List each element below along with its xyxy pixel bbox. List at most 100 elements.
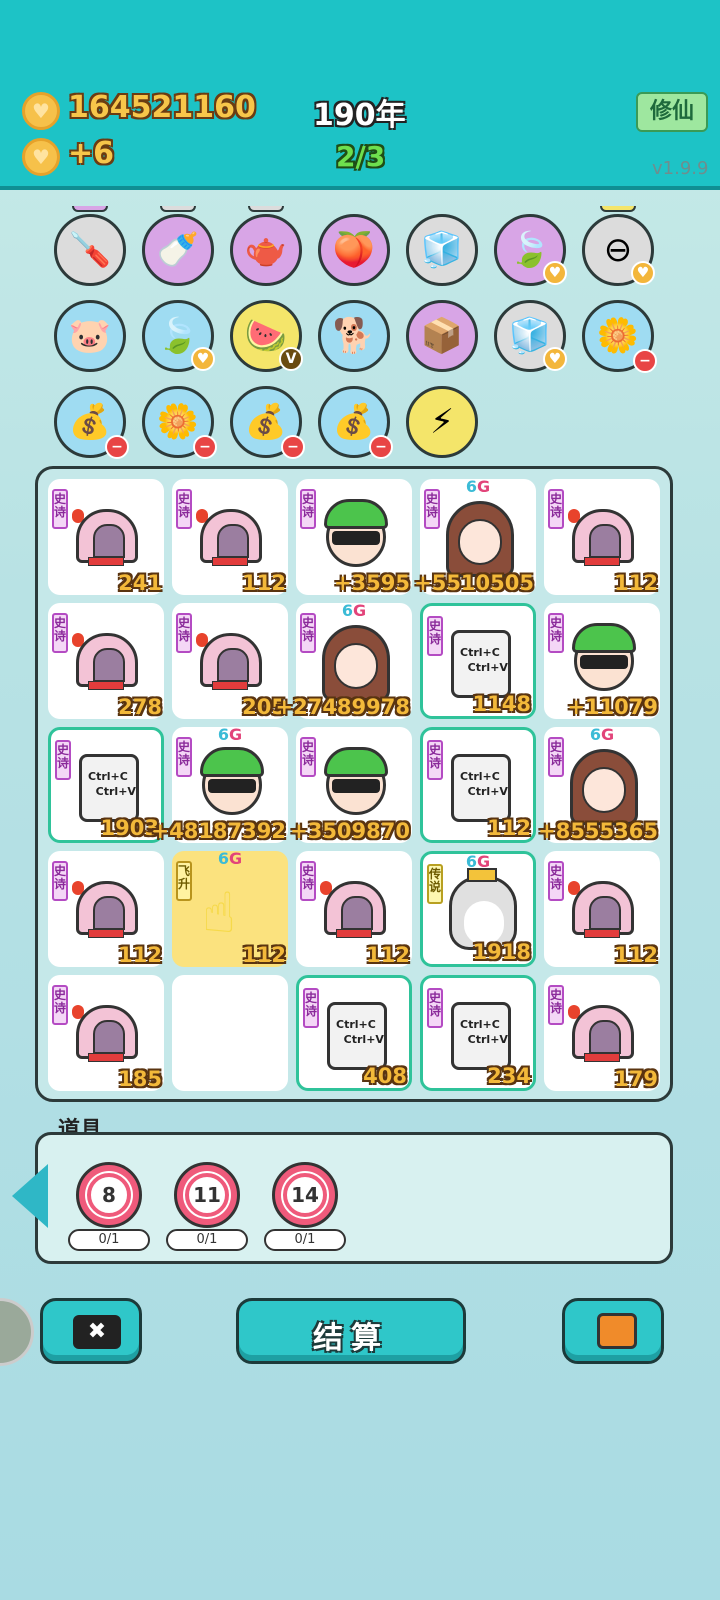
sack-item[interactable]: 💰 −: [318, 386, 393, 459]
partial-item: [72, 206, 108, 212]
box-item[interactable]: 📦: [406, 300, 478, 372]
6g-g: G: [353, 601, 367, 620]
house-sign: [584, 557, 620, 566]
grid-cell-guy[interactable]: 史诗 +11079: [544, 603, 660, 719]
grid-cell-guy[interactable]: 史诗 +3509870: [290, 727, 412, 843]
leaf-item[interactable]: 🍃 ♥: [494, 214, 567, 286]
settle-button[interactable]: 结算: [236, 1298, 466, 1364]
settle-label: 结算: [313, 1321, 389, 1356]
potted-flower-item[interactable]: 🌼 −: [142, 386, 217, 459]
sugar-cubes-item[interactable]: 🧊 ♥: [494, 300, 567, 372]
rarity-tag: 史诗: [300, 861, 316, 901]
grid-cell-house[interactable]: 史诗 179: [544, 975, 660, 1091]
cell-value: 112: [118, 943, 162, 967]
copy-paste-card-icon: Ctrl+C Ctrl+V: [79, 747, 152, 822]
sack-item[interactable]: 💰 −: [54, 386, 129, 459]
avatar[interactable]: [0, 1298, 34, 1366]
house-sign: [88, 1053, 124, 1062]
grid-cell-house[interactable]: 史诗 185: [48, 975, 164, 1091]
potted-flower-icon: 🌼: [596, 316, 640, 356]
grid-cell-empty[interactable]: [172, 975, 288, 1091]
target-prop-3[interactable]: 14: [272, 1162, 338, 1228]
sack-item[interactable]: 💰 −: [230, 386, 305, 459]
sack-icon: 💰: [244, 402, 288, 442]
grid-cell-cards[interactable]: 史诗 Ctrl+C Ctrl+V 234: [420, 975, 536, 1091]
grid-cell-house[interactable]: 史诗 241: [48, 479, 164, 595]
breast-pump-item[interactable]: 🍼: [142, 214, 214, 286]
grid-cell-girl[interactable]: 史诗 6G +8555365: [538, 725, 660, 843]
6g-g: G: [229, 725, 243, 744]
grid-cell-house[interactable]: 史诗 112: [48, 851, 164, 967]
minus-sign-item[interactable]: ⊖ ♥: [582, 214, 655, 286]
cancel-button[interactable]: ✖: [40, 1298, 142, 1364]
fruit-platter-item[interactable]: 🍉 V: [230, 300, 303, 372]
top-bar: ♥ 164521160 ♥ +6 190年 2/3 修仙 v1.9.9: [0, 0, 720, 190]
grid-cell-house[interactable]: 史诗 112: [544, 851, 660, 967]
grid-cell-hand[interactable]: 飞升 ☝ 6G 112: [172, 849, 288, 967]
rarity-tag: 史诗: [548, 861, 564, 901]
sunglasses-icon: [332, 779, 380, 793]
grid-cell-house[interactable]: 史诗 112: [296, 851, 412, 967]
lightning-item[interactable]: ⚡: [406, 386, 478, 458]
screwdriver-item[interactable]: 🪛: [54, 214, 126, 286]
version-label: v1.9.9: [652, 158, 709, 179]
box-icon: 📦: [420, 316, 464, 356]
cat-house-icon: [76, 1005, 138, 1059]
xiuxian-button[interactable]: 修仙: [636, 92, 708, 132]
rarity-tag: 史诗: [300, 613, 316, 653]
breast-pump-icon: 🍼: [156, 230, 200, 270]
6g-badge: 6G: [590, 725, 614, 744]
6g-six: 6: [217, 725, 229, 744]
rarity-tag: 史诗: [548, 613, 564, 653]
6g-six: 6: [217, 849, 229, 868]
minus-sign-icon: ⊖: [603, 230, 633, 270]
green-hat-icon: [324, 747, 388, 777]
minus-badge-icon: −: [281, 435, 305, 459]
target-level: 8: [87, 1173, 131, 1217]
piggy-bank-item[interactable]: 🐷: [54, 300, 126, 372]
cell-value: 112: [366, 943, 410, 967]
grid-cell-cards[interactable]: 史诗 Ctrl+C Ctrl+V 1903: [48, 727, 164, 843]
grid-cell-house[interactable]: 史诗 205: [172, 603, 288, 719]
cell-value: 112: [614, 943, 658, 967]
rarity-tag: 史诗: [176, 737, 192, 777]
target-prop-1[interactable]: 8: [76, 1162, 142, 1228]
cat-house-icon: [200, 633, 262, 687]
grid-cell-house[interactable]: 史诗 112: [544, 479, 660, 595]
rarity-tag: 史诗: [548, 489, 564, 529]
arrow-left-icon[interactable]: [12, 1164, 48, 1228]
prop-count: 0/1: [68, 1229, 150, 1251]
minus-badge-icon: −: [193, 435, 217, 459]
grid-cell-cards[interactable]: 史诗 Ctrl+C Ctrl+V 1148: [420, 603, 536, 719]
grid-cell-house[interactable]: 史诗 112: [172, 479, 288, 595]
sack-icon: 💰: [68, 402, 112, 442]
blindfold-peach-item[interactable]: 🍑: [318, 214, 390, 286]
grid-cell-house[interactable]: 史诗 278: [48, 603, 164, 719]
target-prop-2[interactable]: 11: [174, 1162, 240, 1228]
potted-flower-item[interactable]: 🌼 −: [582, 300, 657, 373]
leaf-item[interactable]: 🍃 ♥: [142, 300, 215, 372]
grid-cell-girl[interactable]: 史诗 6G +27489978: [276, 601, 412, 719]
grid-cell-guy[interactable]: 史诗 6G +48187392: [152, 725, 288, 843]
girl-face-icon: [458, 519, 502, 565]
potted-flower-icon: 🌼: [156, 402, 200, 442]
sugar-cubes-item[interactable]: 🧊: [406, 214, 478, 286]
grid-cell-dog[interactable]: 传说 6G 1918: [420, 851, 536, 967]
cool-dog-item[interactable]: 🐕: [318, 300, 390, 372]
grid-cell-girl[interactable]: 史诗 6G +5510505: [414, 477, 536, 595]
grid-cell-guy[interactable]: 史诗 +3595: [296, 479, 412, 595]
partial-item: [600, 206, 636, 212]
blindfold-peach-icon: 🍑: [332, 230, 376, 270]
house-sign: [212, 557, 248, 566]
6g-six: 6: [465, 852, 477, 871]
grid-cell-cards[interactable]: 史诗 Ctrl+C Ctrl+V 408: [296, 975, 412, 1091]
backpack-button[interactable]: [562, 1298, 664, 1364]
girl-face-icon: [582, 767, 626, 813]
game-board: 史诗 241 史诗 112 史诗 +3595 史诗 6G +5510505 史诗 112 史诗 278 史…: [35, 466, 673, 1102]
gravy-boat-icon: 🫖: [244, 230, 288, 270]
gravy-boat-item[interactable]: 🫖: [230, 214, 302, 286]
sunglasses-icon: [208, 779, 256, 793]
card-text-copy: Ctrl+C: [460, 1018, 500, 1031]
grid-cell-cards[interactable]: 史诗 Ctrl+C Ctrl+V 112: [420, 727, 536, 843]
leaf-icon: 🍃: [156, 316, 200, 356]
